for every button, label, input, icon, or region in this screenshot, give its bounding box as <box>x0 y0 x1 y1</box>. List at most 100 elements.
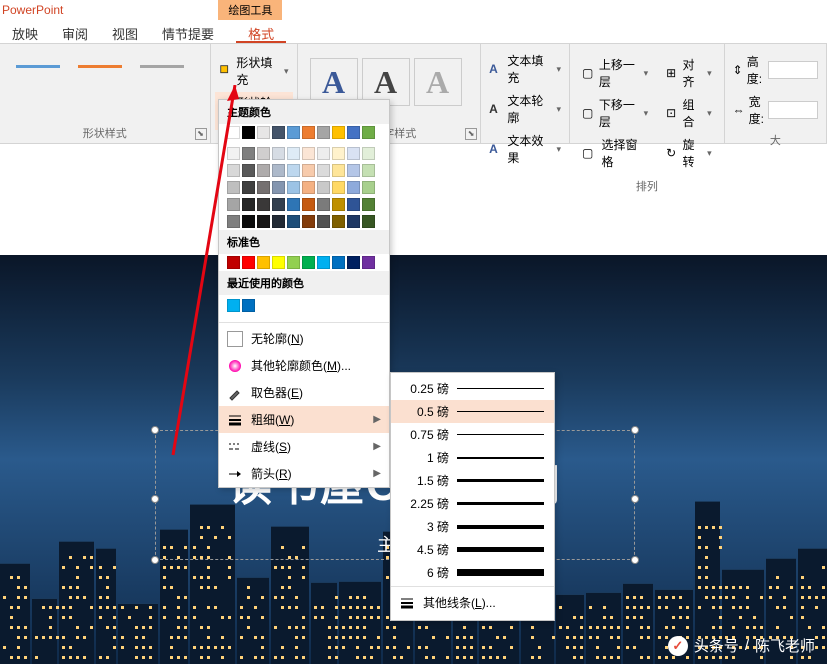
text-outline-button[interactable]: A文本轮廓▾ <box>485 90 565 128</box>
color-swatch[interactable] <box>302 215 315 228</box>
color-swatch[interactable] <box>302 126 315 139</box>
color-swatch[interactable] <box>302 256 315 269</box>
color-swatch[interactable] <box>332 215 345 228</box>
color-swatch[interactable] <box>287 164 300 177</box>
color-swatch[interactable] <box>362 147 375 160</box>
text-effects-button[interactable]: A文本效果▾ <box>485 130 565 168</box>
color-swatch[interactable] <box>332 126 345 139</box>
color-swatch[interactable] <box>362 181 375 194</box>
color-swatch[interactable] <box>242 126 255 139</box>
color-swatch[interactable] <box>242 181 255 194</box>
selection-pane-button[interactable]: ▢选择窗格 <box>578 134 652 172</box>
color-swatch[interactable] <box>242 299 255 312</box>
color-swatch[interactable] <box>257 215 270 228</box>
color-swatch[interactable] <box>332 181 345 194</box>
color-swatch[interactable] <box>317 164 330 177</box>
color-swatch[interactable] <box>227 256 240 269</box>
rotate-button[interactable]: ↻旋转▾ <box>662 134 716 172</box>
color-swatch[interactable] <box>317 181 330 194</box>
no-outline-item[interactable]: 无轮廓(N) <box>219 325 389 352</box>
weight-option[interactable]: 0.75 磅 <box>391 423 554 446</box>
color-swatch[interactable] <box>227 147 240 160</box>
tab-view[interactable]: 视图 <box>100 20 150 43</box>
color-swatch[interactable] <box>227 198 240 211</box>
color-swatch[interactable] <box>317 147 330 160</box>
color-swatch[interactable] <box>272 126 285 139</box>
tab-review[interactable]: 审阅 <box>50 20 100 43</box>
color-swatch[interactable] <box>272 215 285 228</box>
color-swatch[interactable] <box>347 198 360 211</box>
color-swatch[interactable] <box>347 126 360 139</box>
color-swatch[interactable] <box>302 181 315 194</box>
color-swatch[interactable] <box>287 198 300 211</box>
color-swatch[interactable] <box>347 215 360 228</box>
bring-forward-button[interactable]: ▢上移一层▾ <box>578 54 652 92</box>
weight-option[interactable]: 6 磅 <box>391 561 554 584</box>
color-swatch[interactable] <box>272 147 285 160</box>
color-swatch[interactable] <box>257 181 270 194</box>
style-preset-2[interactable] <box>78 65 122 68</box>
color-swatch[interactable] <box>317 126 330 139</box>
color-swatch[interactable] <box>302 198 315 211</box>
color-swatch[interactable] <box>347 256 360 269</box>
color-swatch[interactable] <box>227 181 240 194</box>
more-colors-item[interactable]: 其他轮廓颜色(M)... <box>219 352 389 379</box>
color-swatch[interactable] <box>347 164 360 177</box>
tab-format[interactable]: 格式 <box>236 20 286 43</box>
color-swatch[interactable] <box>332 256 345 269</box>
color-swatch[interactable] <box>347 147 360 160</box>
color-swatch[interactable] <box>257 256 270 269</box>
color-swatch[interactable] <box>257 164 270 177</box>
shape-styles-launcher[interactable]: ⬊ <box>195 128 207 140</box>
color-swatch[interactable] <box>227 215 240 228</box>
color-swatch[interactable] <box>287 256 300 269</box>
weight-option[interactable]: 1 磅 <box>391 446 554 469</box>
width-input[interactable] <box>768 101 818 119</box>
color-swatch[interactable] <box>317 256 330 269</box>
color-swatch[interactable] <box>272 164 285 177</box>
text-fill-button[interactable]: A文本填充▾ <box>485 50 565 88</box>
color-swatch[interactable] <box>257 198 270 211</box>
color-swatch[interactable] <box>362 198 375 211</box>
color-swatch[interactable] <box>332 164 345 177</box>
color-swatch[interactable] <box>272 256 285 269</box>
color-swatch[interactable] <box>272 198 285 211</box>
color-swatch[interactable] <box>227 164 240 177</box>
color-swatch[interactable] <box>287 147 300 160</box>
color-swatch[interactable] <box>302 147 315 160</box>
color-swatch[interactable] <box>362 215 375 228</box>
color-swatch[interactable] <box>242 198 255 211</box>
dashes-item[interactable]: 虚线(S) ▶ <box>219 433 389 460</box>
color-swatch[interactable] <box>332 198 345 211</box>
weight-option[interactable]: 0.25 磅 <box>391 377 554 400</box>
color-swatch[interactable] <box>362 256 375 269</box>
color-swatch[interactable] <box>362 126 375 139</box>
color-swatch[interactable] <box>302 164 315 177</box>
weight-option[interactable]: 0.5 磅 <box>391 400 554 423</box>
send-backward-button[interactable]: ▢下移一层▾ <box>578 94 652 132</box>
height-input[interactable] <box>768 61 818 79</box>
color-swatch[interactable] <box>257 147 270 160</box>
color-swatch[interactable] <box>242 215 255 228</box>
color-swatch[interactable] <box>242 256 255 269</box>
color-swatch[interactable] <box>287 215 300 228</box>
style-preset-1[interactable] <box>16 65 60 68</box>
color-swatch[interactable] <box>287 126 300 139</box>
weight-item[interactable]: 粗细(W) ▶ <box>219 406 389 433</box>
tab-storyline[interactable]: 情节提要 <box>150 20 226 43</box>
weight-option[interactable]: 1.5 磅 <box>391 469 554 492</box>
more-lines-item[interactable]: 其他线条(L)... <box>391 589 554 616</box>
wordart-preset-3[interactable]: A <box>414 58 462 106</box>
color-swatch[interactable] <box>317 198 330 211</box>
arrows-item[interactable]: 箭头(R) ▶ <box>219 460 389 487</box>
color-swatch[interactable] <box>227 299 240 312</box>
group-button[interactable]: ⊡组合▾ <box>662 94 716 132</box>
color-swatch[interactable] <box>257 126 270 139</box>
weight-option[interactable]: 3 磅 <box>391 515 554 538</box>
eyedropper-item[interactable]: 取色器(E) <box>219 379 389 406</box>
color-swatch[interactable] <box>287 181 300 194</box>
color-swatch[interactable] <box>362 164 375 177</box>
tab-slideshow[interactable]: 放映 <box>0 20 50 43</box>
shape-fill-button[interactable]: 形状填充▾ <box>215 52 293 90</box>
style-preset-3[interactable] <box>140 65 184 68</box>
